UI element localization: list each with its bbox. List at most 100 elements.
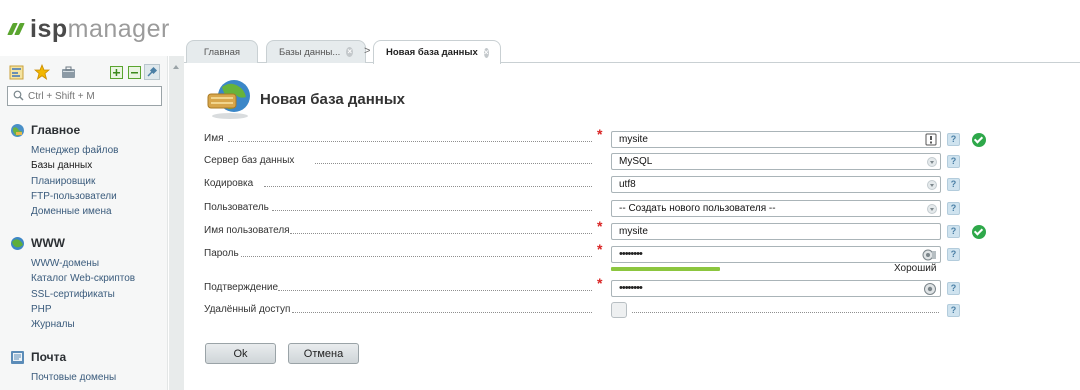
sidebar-toolbar — [8, 64, 160, 80]
tree-view-icon[interactable] — [8, 64, 24, 80]
password-field[interactable]: •••••••• — [611, 246, 941, 263]
sidebar: Главное Менеджер файлов Базы данных План… — [0, 56, 168, 390]
user-value: -- Создать нового пользователя -- — [619, 203, 776, 214]
globe-icon — [10, 123, 25, 138]
encoding-label: Кодировка — [204, 178, 254, 189]
tab-databases[interactable]: Базы данны... × — [266, 40, 366, 63]
chevron-down-icon — [927, 157, 937, 167]
sidebar-search[interactable] — [7, 86, 162, 106]
tab-bar: Главная Базы данны... × > Новая база дан… — [184, 40, 1080, 64]
sidebar-item-databases[interactable]: Базы данных — [31, 158, 119, 173]
cancel-button[interactable]: Отмена — [288, 343, 359, 364]
database-globe-icon — [206, 77, 254, 122]
row-remote-access: Удалённый доступ ? — [204, 301, 984, 321]
row-confirm: Подтверждение * •••••••• ? — [204, 275, 984, 299]
sidebar-item-web-scripts[interactable]: Каталог Web-скриптов — [31, 271, 135, 286]
row-name: Имя * mysite ? — [204, 126, 986, 150]
section-mail: Почта Почтовые домены — [10, 349, 116, 385]
sidebar-item-php[interactable]: PHP — [31, 302, 135, 317]
page-title: Новая база данных — [260, 91, 405, 108]
section-www-header[interactable]: WWW — [10, 235, 135, 251]
sidebar-item-domain-names[interactable]: Доменные имена — [31, 204, 119, 219]
row-server: Сервер баз данных MySQL ? — [204, 152, 984, 172]
mail-icon — [10, 350, 25, 365]
confirm-value: •••••••• — [619, 282, 643, 294]
help-icon[interactable]: ? — [947, 202, 960, 215]
section-main: Главное Менеджер файлов Базы данных План… — [10, 122, 119, 219]
row-user: Пользователь -- Создать нового пользоват… — [204, 199, 984, 219]
tab-new-database[interactable]: Новая база данных × — [373, 40, 501, 64]
section-main-title: Главное — [31, 123, 81, 137]
sidebar-item-ssl[interactable]: SSL-сертификаты — [31, 287, 135, 302]
server-label: Сервер баз данных — [204, 155, 295, 166]
collapse-arrow-icon — [173, 65, 179, 69]
user-label: Пользователь — [204, 202, 269, 213]
required-mark: * — [597, 126, 603, 142]
tab-home[interactable]: Главная — [186, 40, 258, 63]
row-encoding: Кодировка utf8 ? — [204, 175, 984, 195]
tab-home-label: Главная — [203, 46, 241, 58]
search-input[interactable] — [28, 89, 158, 103]
help-icon[interactable]: ? — [947, 155, 960, 168]
show-password-icon[interactable] — [923, 282, 937, 299]
help-icon[interactable]: ? — [947, 248, 960, 261]
username-label: Имя пользователя — [204, 225, 290, 236]
password-strength-label: Хороший — [894, 263, 937, 274]
favorites-star-icon[interactable] — [34, 64, 50, 80]
name-value: mysite — [619, 134, 648, 145]
sidebar-item-file-manager[interactable]: Менеджер файлов — [31, 143, 119, 158]
tab-databases-label: Базы данны... — [279, 46, 341, 58]
logo-isp-text: isp — [30, 15, 68, 43]
password-label: Пароль — [204, 248, 239, 259]
username-value: mysite — [619, 226, 648, 237]
name-field[interactable]: mysite — [611, 131, 941, 148]
briefcase-icon[interactable] — [60, 64, 76, 80]
ok-button[interactable]: Ok — [205, 343, 276, 364]
sidebar-collapse-strip[interactable] — [169, 56, 184, 390]
confirm-field[interactable]: •••••••• — [611, 280, 941, 297]
row-username: Имя пользователя * mysite ? — [204, 218, 986, 242]
server-select[interactable]: MySQL — [611, 153, 941, 170]
section-main-header[interactable]: Главное — [10, 122, 119, 138]
help-icon[interactable]: ? — [947, 225, 960, 238]
section-mail-title: Почта — [31, 350, 67, 364]
tab-new-database-label: Новая база данных — [386, 47, 478, 58]
search-icon — [13, 90, 24, 104]
remote-access-label: Удалённый доступ — [204, 304, 291, 315]
name-label: Имя — [204, 133, 224, 144]
field-info-icon[interactable] — [925, 133, 937, 149]
section-mail-header[interactable]: Почта — [10, 349, 116, 365]
pin-icon[interactable] — [144, 64, 160, 80]
chevron-down-icon — [927, 180, 937, 190]
close-icon[interactable]: × — [483, 47, 489, 58]
sidebar-item-logs[interactable]: Журналы — [31, 317, 135, 332]
remote-access-checkbox[interactable] — [611, 302, 627, 318]
help-icon[interactable]: ? — [947, 304, 960, 317]
help-icon[interactable]: ? — [947, 282, 960, 295]
expand-all-icon[interactable] — [108, 64, 124, 80]
password-strength-bar — [611, 267, 720, 271]
required-mark: * — [597, 218, 603, 234]
help-icon[interactable]: ? — [947, 133, 960, 146]
encoding-select[interactable]: utf8 — [611, 176, 941, 193]
help-icon[interactable]: ? — [947, 178, 960, 191]
chevron-right-icon: > — [364, 45, 371, 57]
sidebar-item-scheduler[interactable]: Планировщик — [31, 174, 119, 189]
sidebar-item-mail-domains[interactable]: Почтовые домены — [31, 370, 116, 385]
valid-check-icon — [972, 133, 986, 147]
required-mark: * — [597, 241, 603, 257]
user-select[interactable]: -- Создать нового пользователя -- — [611, 200, 941, 217]
collapse-all-icon[interactable] — [126, 64, 142, 80]
main-content: Новая база данных Имя * mysite ? Сервер … — [184, 63, 1080, 390]
sidebar-item-www-domains[interactable]: WWW-домены — [31, 256, 135, 271]
encoding-value: utf8 — [619, 179, 636, 190]
server-value: MySQL — [619, 156, 653, 167]
logo-mark-icon — [7, 23, 25, 35]
sidebar-item-ftp-users[interactable]: FTP-пользователи — [31, 189, 119, 204]
section-www: WWW WWW-домены Каталог Web-скриптов SSL-… — [10, 235, 135, 332]
app-logo: ispmanager — [7, 14, 170, 44]
required-mark: * — [597, 275, 603, 291]
logo-manager-text: manager — [67, 15, 170, 43]
close-icon[interactable]: × — [346, 47, 353, 57]
username-field[interactable]: mysite — [611, 223, 941, 240]
